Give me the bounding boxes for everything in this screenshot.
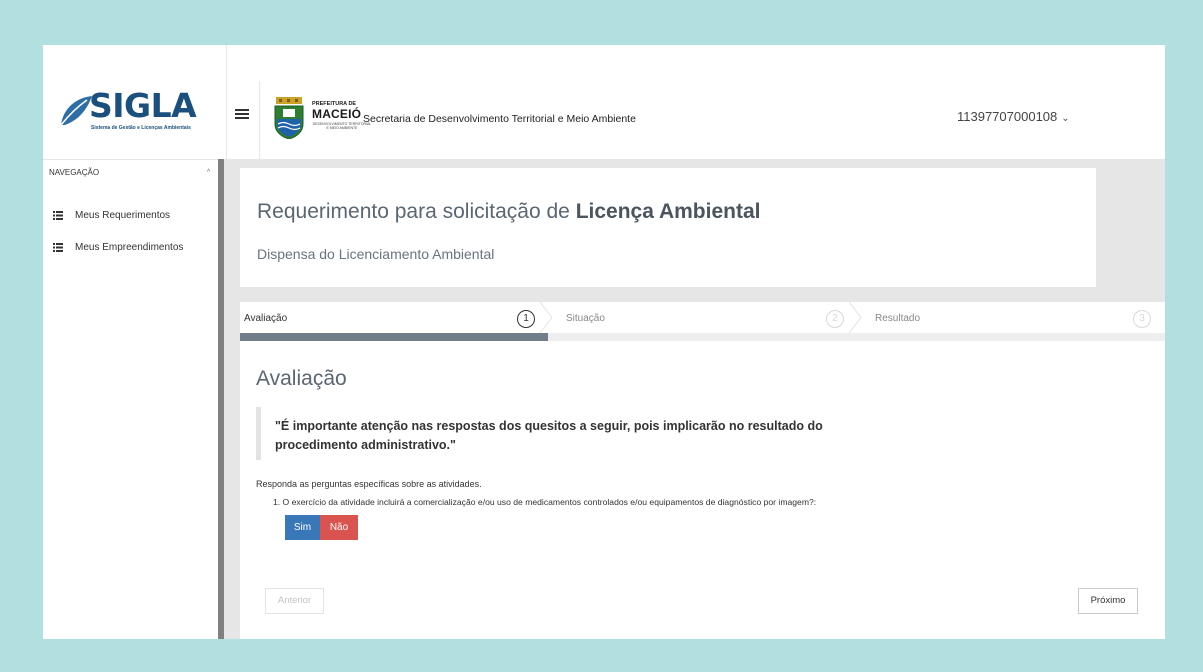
section-title: Avaliação [256,367,347,390]
step-label: Situação [566,313,605,324]
logo-subtitle: Sistema de Gestão e Licenças Ambientais [91,125,191,131]
list-icon [53,243,63,252]
secretaria-name: Secretaria de Desenvolvimento Territoria… [363,113,636,125]
notice-text: "É importante atenção nas respostas dos … [275,419,823,452]
step-label: Resultado [875,313,921,324]
city-name: MACEIÓ [312,107,362,121]
page-subtitle: Dispensa do Licenciamento Ambiental [257,246,495,262]
collapse-caret-icon[interactable]: ^ [207,169,210,176]
instruction-text: Responda as perguntas específicas sobre … [256,479,482,489]
sidebar-item-label: Meus Empreendimentos [75,242,184,253]
previous-button[interactable]: Anterior [265,588,324,614]
user-menu[interactable]: 11397707000108 ⌄ [957,109,1070,124]
sidebar: NAVEGAÇÃO ^ Meus Requerimentos Meus Empr… [43,159,218,639]
menu-toggle-icon[interactable] [235,109,249,121]
yes-button[interactable]: Sim [285,515,320,540]
leaf-logo-icon [60,96,92,126]
main-content: Requerimento para solicitação de Licença… [224,159,1165,639]
brand-area[interactable]: SIGLA Sistema de Gestão e Licenças Ambie… [43,45,227,159]
coat-of-arms-icon [274,97,304,139]
notice-quote: "É importante atenção nas respostas dos … [256,407,896,460]
no-button[interactable]: Não [320,515,358,540]
page-title: Requerimento para solicitação de Licença… [257,200,761,223]
list-icon [53,211,63,220]
sidebar-item-empreendimentos[interactable]: Meus Empreendimentos [53,242,183,253]
top-header: SIGLA Sistema de Gestão e Licenças Ambie… [43,45,1165,159]
wizard-steps: Avaliação 1 Situação 2 Resultado 3 [240,302,1165,341]
title-panel: Requerimento para solicitação de Licença… [240,168,1096,287]
chevron-down-icon: ⌄ [1061,113,1070,124]
step-label: Avaliação [244,313,288,324]
sidebar-item-requerimentos[interactable]: Meus Requerimentos [53,210,170,221]
progress-bar-fill [240,333,548,341]
logo-text: SIGLA [89,86,197,125]
user-id: 11397707000108 [957,109,1058,124]
step-number: 1 [517,310,535,328]
next-button[interactable]: Próximo [1078,588,1138,614]
app-window: SIGLA Sistema de Gestão e Licenças Ambie… [43,45,1165,639]
wizard: Avaliação 1 Situação 2 Resultado 3 Avali… [240,302,1165,639]
step-number: 3 [1133,310,1151,328]
sidebar-item-label: Meus Requerimentos [75,210,171,221]
progress-bar [240,333,1165,341]
nav-header: NAVEGAÇÃO [49,168,100,177]
question-1: 1. O exercício da atividade incluirá a c… [273,497,817,507]
step-number: 2 [826,310,844,328]
answer-buttons: Sim Não [285,515,358,540]
header-divider [259,81,260,159]
